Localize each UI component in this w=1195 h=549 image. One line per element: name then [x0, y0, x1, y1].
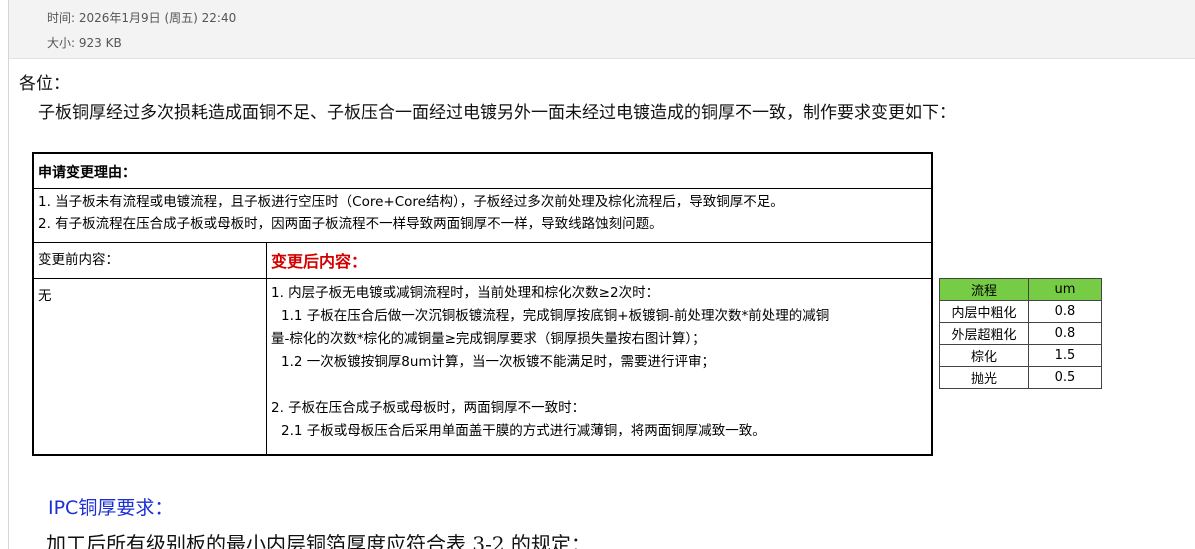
before-change-content: 无 — [34, 279, 267, 454]
table-row: 抛光 0.5 — [939, 366, 1102, 389]
process-cell: 内层中粗化 — [939, 300, 1029, 323]
table-row: 内层中粗化 0.8 — [939, 300, 1102, 323]
um-cell: 0.8 — [1028, 322, 1102, 345]
table-header-row: 流程 um — [939, 278, 1102, 301]
email-meta-bar: 时间: 2026年1月9日 (周五) 22:40 大小: 923 KB — [9, 0, 1195, 59]
um-cell: 0.5 — [1028, 366, 1102, 389]
reason-list: 1. 当子板未有流程或电镀流程，且子板进行空压时（Core+Core结构），子板… — [34, 189, 931, 243]
after-change-content: 1. 内层子板无电镀或减铜流程时，当前处理和棕化次数≥2次时： 1.1 子板在压… — [267, 279, 931, 454]
after-line: 2.1 子板或母板压合后采用单面盖干膜的方式进行减薄铜，将两面铜厚减致一致。 — [281, 423, 766, 439]
after-line: 1.1 子板在压合后做一次沉铜板镀流程，完成铜厚按底铜+板镀铜-前处理次数*前处… — [281, 308, 830, 324]
process-cell: 棕化 — [939, 344, 1029, 367]
process-cell: 外层超粗化 — [939, 322, 1029, 345]
email-reading-pane: 时间: 2026年1月9日 (周五) 22:40 大小: 923 KB 各位： … — [0, 0, 1195, 549]
after-line: 1.2 一次板镀按铜厚8um计算，当一次板镀不能满足时，需要进行评审； — [281, 354, 716, 370]
after-line: 1. 内层子板无电镀或减铜流程时，当前处理和棕化次数≥2次时： — [271, 285, 660, 301]
ipc-title: IPC铜厚要求： — [48, 497, 174, 519]
ipc-text: 加工后所有级别板的最小内层铜箔厚度应符合表 3-2 的规定： — [46, 532, 591, 549]
reason-item: 2. 有子板流程在压合成子板或母板时，因两面子板流程不一样导致两面铜厚不一样，导… — [38, 216, 663, 232]
table-row: 外层超粗化 0.8 — [939, 322, 1102, 345]
after-line: 量-棕化的次数*棕化的减铜量≥完成铜厚要求（铜厚损失量按右图计算）； — [271, 331, 706, 347]
intro-text: 子板铜厚经过多次损耗造成面铜不足、子板压合一面经过电镀另外一面未经过电镀造成的铜… — [38, 103, 956, 123]
column-header-um: um — [1028, 278, 1102, 301]
email-size: 大小: 923 KB — [47, 36, 122, 50]
greeting-text: 各位： — [19, 74, 70, 94]
process-cell: 抛光 — [939, 366, 1029, 389]
um-cell: 1.5 — [1028, 344, 1102, 367]
column-header-process: 流程 — [939, 278, 1029, 301]
left-border — [8, 0, 9, 549]
after-line: 2. 子板在压合成子板或母板时，两面铜厚不一致时： — [271, 400, 586, 416]
before-change-header: 变更前内容： — [34, 243, 267, 279]
email-time: 时间: 2026年1月9日 (周五) 22:40 — [47, 11, 237, 25]
table-row: 棕化 1.5 — [939, 344, 1102, 367]
reason-title: 申请变更理由： — [34, 154, 931, 189]
reason-item: 1. 当子板未有流程或电镀流程，且子板进行空压时（Core+Core结构），子板… — [38, 194, 784, 210]
um-cell: 0.8 — [1028, 300, 1102, 323]
change-request-table: 申请变更理由： 1. 当子板未有流程或电镀流程，且子板进行空压时（Core+Co… — [32, 152, 933, 456]
after-change-header: 变更后内容： — [267, 243, 931, 279]
copper-loss-table: 流程 um 内层中粗化 0.8 外层超粗化 0.8 棕化 1.5 抛光 0.5 — [939, 278, 1102, 389]
